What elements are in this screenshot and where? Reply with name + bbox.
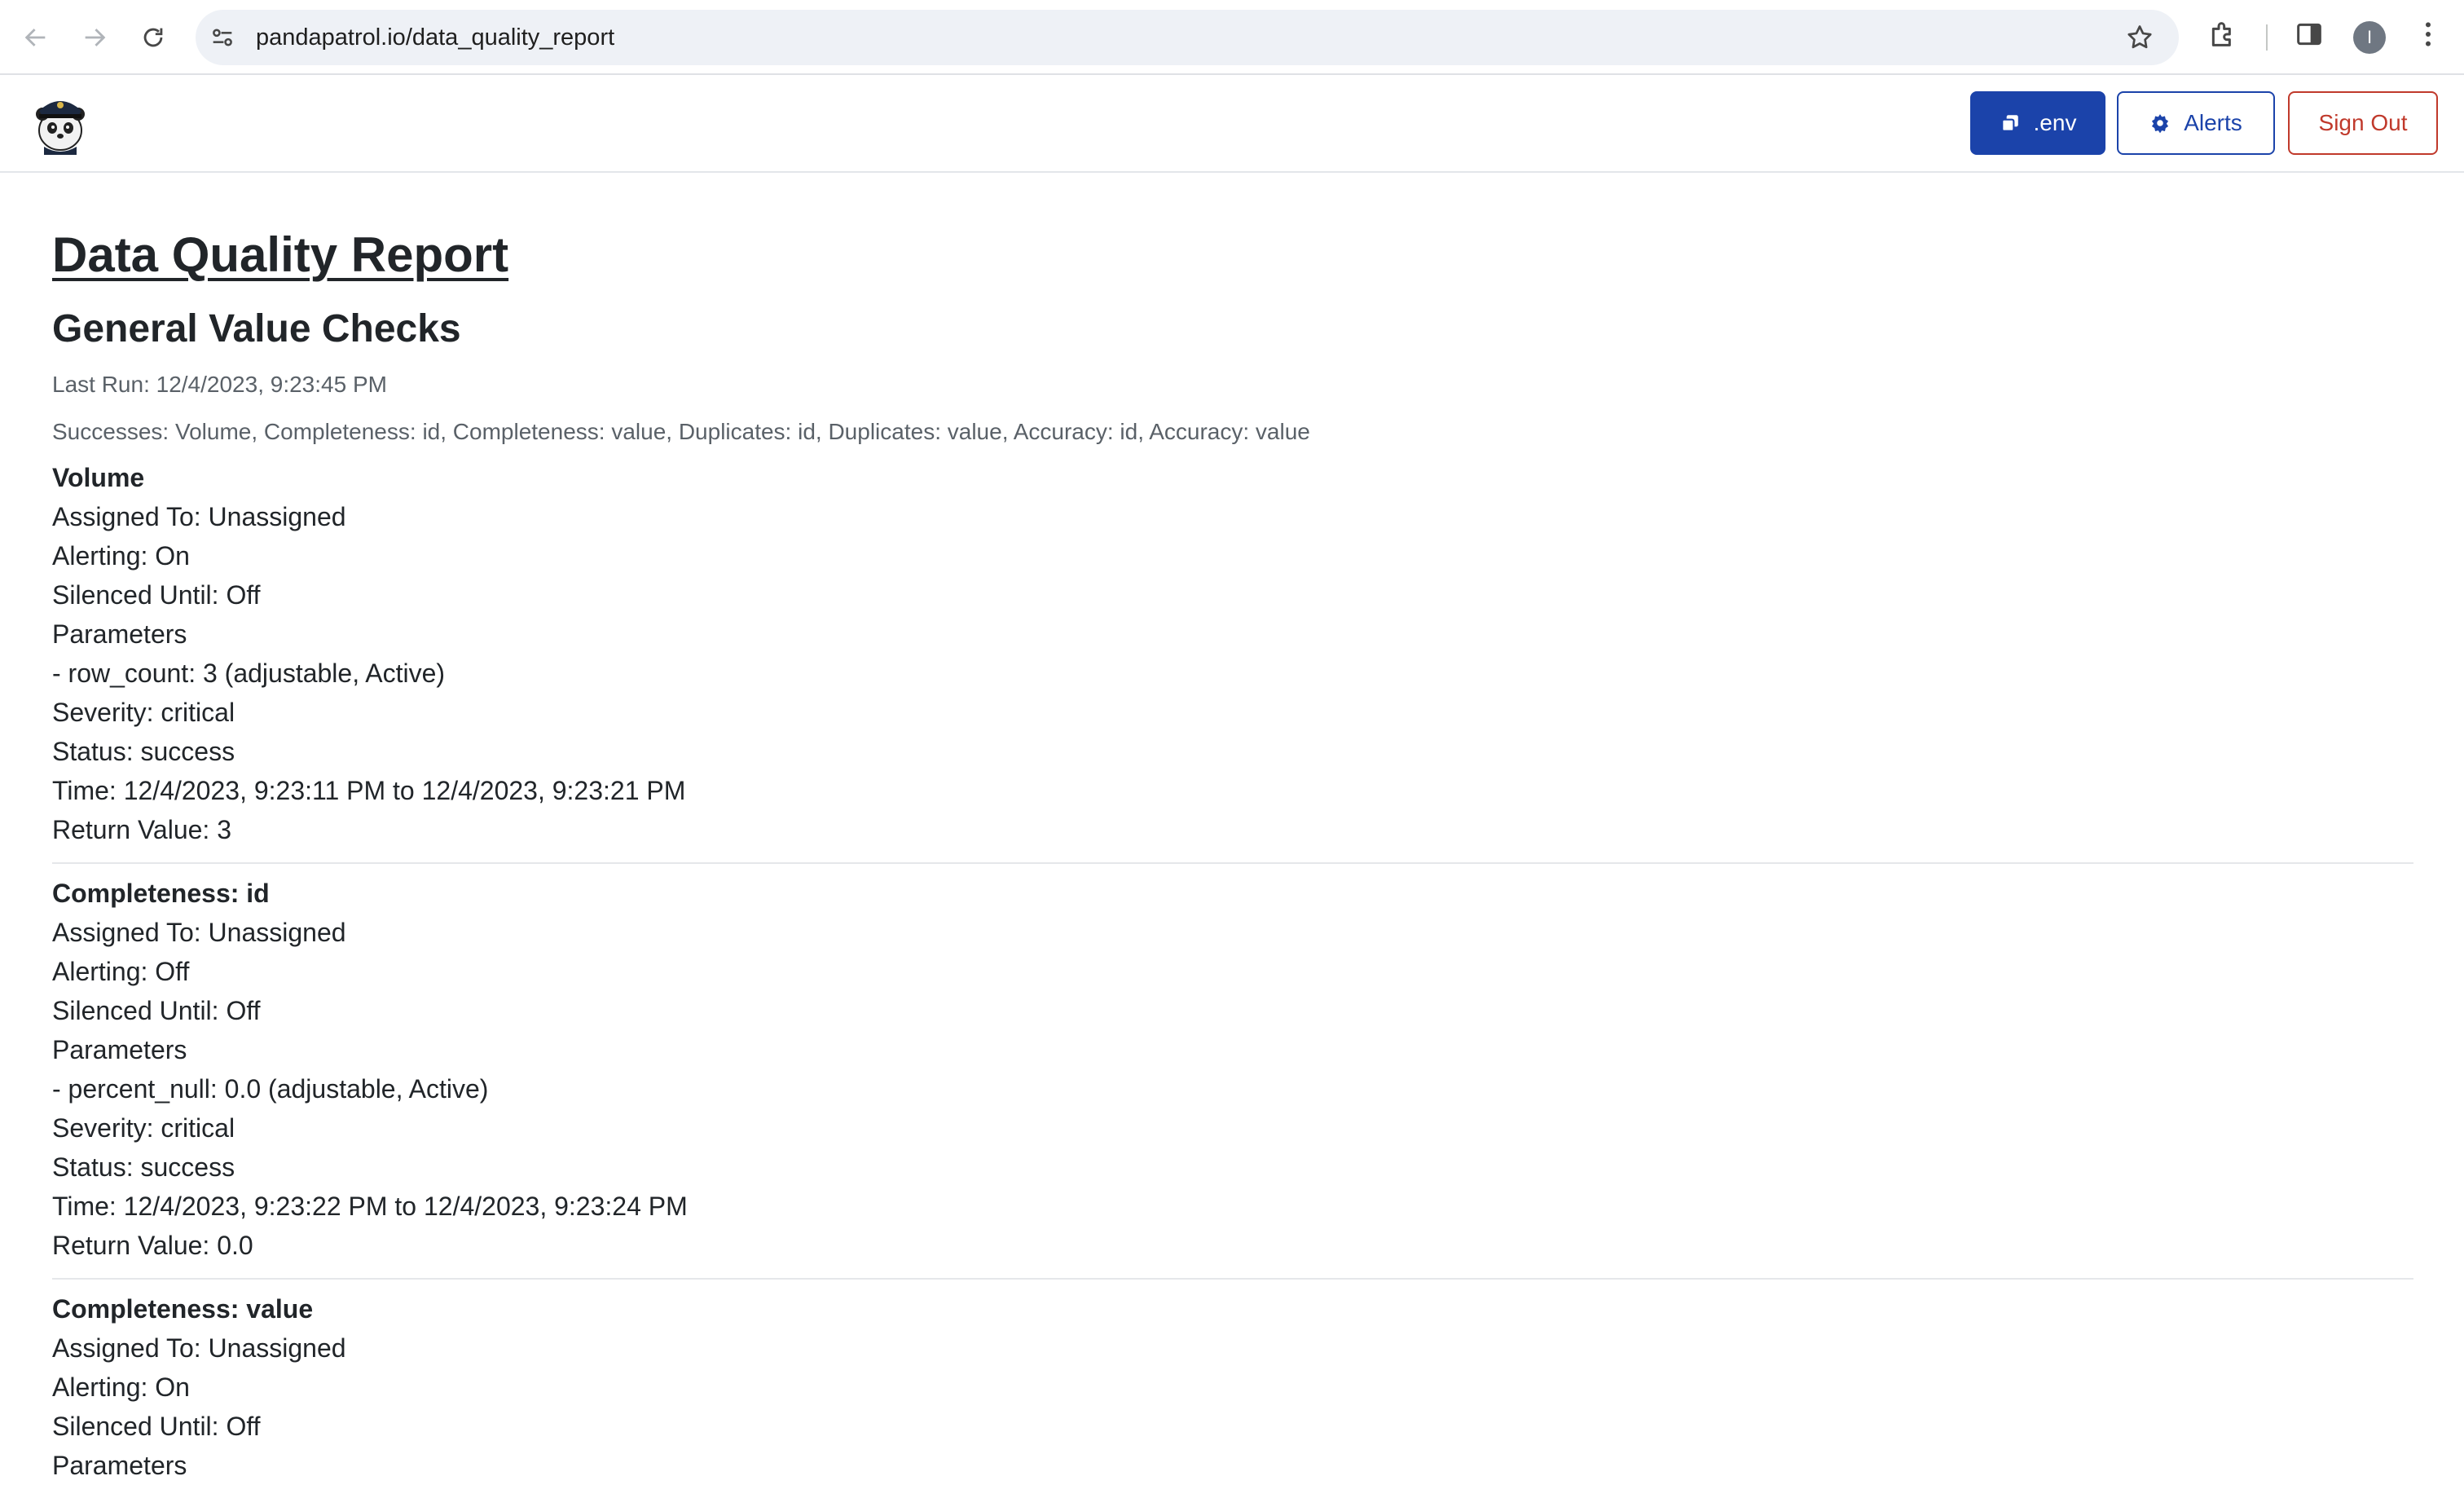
forward-button[interactable] xyxy=(75,18,114,57)
browser-toolbar: pandapatrol.io/data_quality_report I xyxy=(0,0,2464,75)
check-name: Completeness: id xyxy=(52,879,270,908)
url-text[interactable]: pandapatrol.io/data_quality_report xyxy=(256,10,614,65)
kebab-menu-icon xyxy=(2426,22,2431,46)
sign-out-button[interactable]: Sign Out xyxy=(2288,91,2438,155)
assigned-to: Assigned To: Unassigned xyxy=(52,1333,346,1363)
back-arrow-icon xyxy=(24,29,46,46)
gear-icon xyxy=(2152,114,2169,134)
assigned-to: Assigned To: Unassigned xyxy=(52,502,346,531)
successes-summary: Successes: Volume, Completeness: id, Com… xyxy=(52,419,1310,444)
side-panel-icon xyxy=(2297,23,2321,46)
check-completeness-value: Completeness: value Assigned To: Unassig… xyxy=(52,1289,2413,1498)
browser-menu-button[interactable] xyxy=(2412,18,2444,55)
sign-out-button-label: Sign Out xyxy=(2318,110,2408,135)
bookmark-star-icon[interactable] xyxy=(2125,23,2154,52)
copy-icon xyxy=(2000,115,2018,132)
parameter-item: - percent_null: 0.0 (adjustable, Active) xyxy=(52,1074,489,1104)
alerting-status: Alerting: Off xyxy=(52,957,190,986)
status: Status: success xyxy=(52,1152,235,1182)
side-panel-button[interactable] xyxy=(2293,18,2325,55)
silenced-until: Silenced Until: Off xyxy=(52,1412,261,1441)
section-title: General Value Checks xyxy=(52,307,461,350)
assigned-to: Assigned To: Unassigned xyxy=(52,918,346,947)
silenced-until: Silenced Until: Off xyxy=(52,580,261,610)
parameter-item: - row_count: 3 (adjustable, Active) xyxy=(52,659,446,688)
site-settings-icon[interactable] xyxy=(209,24,236,51)
alerting-status: Alerting: On xyxy=(52,1372,190,1402)
return-value: Return Value: 0.0 xyxy=(52,1231,253,1260)
status: Status: success xyxy=(52,737,235,766)
alerting-status: Alerting: On xyxy=(52,541,190,571)
time-range: Time: 12/4/2023, 9:23:22 PM to 12/4/2023… xyxy=(52,1192,688,1221)
parameters-label: Parameters xyxy=(52,1451,187,1480)
check-completeness-id: Completeness: id Assigned To: Unassigned… xyxy=(52,874,2413,1280)
parameters-label: Parameters xyxy=(52,1035,187,1064)
extensions-button[interactable] xyxy=(2207,18,2239,55)
address-bar[interactable]: pandapatrol.io/data_quality_report xyxy=(196,10,2179,65)
report-content: Data Quality Report General Value Checks… xyxy=(52,173,2413,1498)
parameters-label: Parameters xyxy=(52,619,187,649)
panda-police-logo-icon[interactable] xyxy=(28,90,93,155)
check-volume: Volume Assigned To: Unassigned Alerting:… xyxy=(52,458,2413,864)
alerts-button[interactable]: Alerts xyxy=(2117,91,2275,155)
time-range: Time: 12/4/2023, 9:23:11 PM to 12/4/2023… xyxy=(52,776,686,805)
back-button[interactable] xyxy=(16,18,55,57)
check-name: Volume xyxy=(52,463,145,492)
return-value: Return Value: 3 xyxy=(52,815,231,844)
reload-button[interactable] xyxy=(134,18,173,57)
toolbar-divider xyxy=(2266,24,2268,51)
severity: Severity: critical xyxy=(52,698,235,727)
page-title: Data Quality Report xyxy=(52,227,509,282)
env-button-label: .env xyxy=(2033,110,2077,135)
app-header: .env Alerts Sign Out xyxy=(0,75,2464,173)
forward-arrow-icon xyxy=(85,29,106,46)
check-name: Completeness: value xyxy=(52,1294,314,1324)
puzzle-icon xyxy=(2211,22,2231,46)
alerts-button-label: Alerts xyxy=(2184,110,2242,135)
env-button[interactable]: .env xyxy=(1970,91,2105,155)
reload-icon xyxy=(143,28,163,47)
last-run-text: Last Run: 12/4/2023, 9:23:45 PM xyxy=(52,372,387,397)
severity: Severity: critical xyxy=(52,1113,235,1143)
silenced-until: Silenced Until: Off xyxy=(52,996,261,1025)
profile-avatar[interactable]: I xyxy=(2353,21,2386,54)
